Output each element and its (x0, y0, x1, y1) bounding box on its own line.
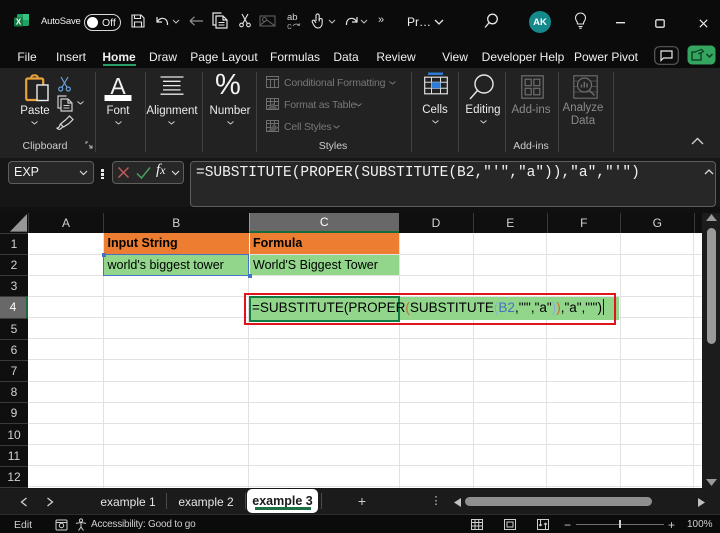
svg-text:c: c (287, 21, 292, 30)
svg-text:X: X (16, 17, 22, 26)
